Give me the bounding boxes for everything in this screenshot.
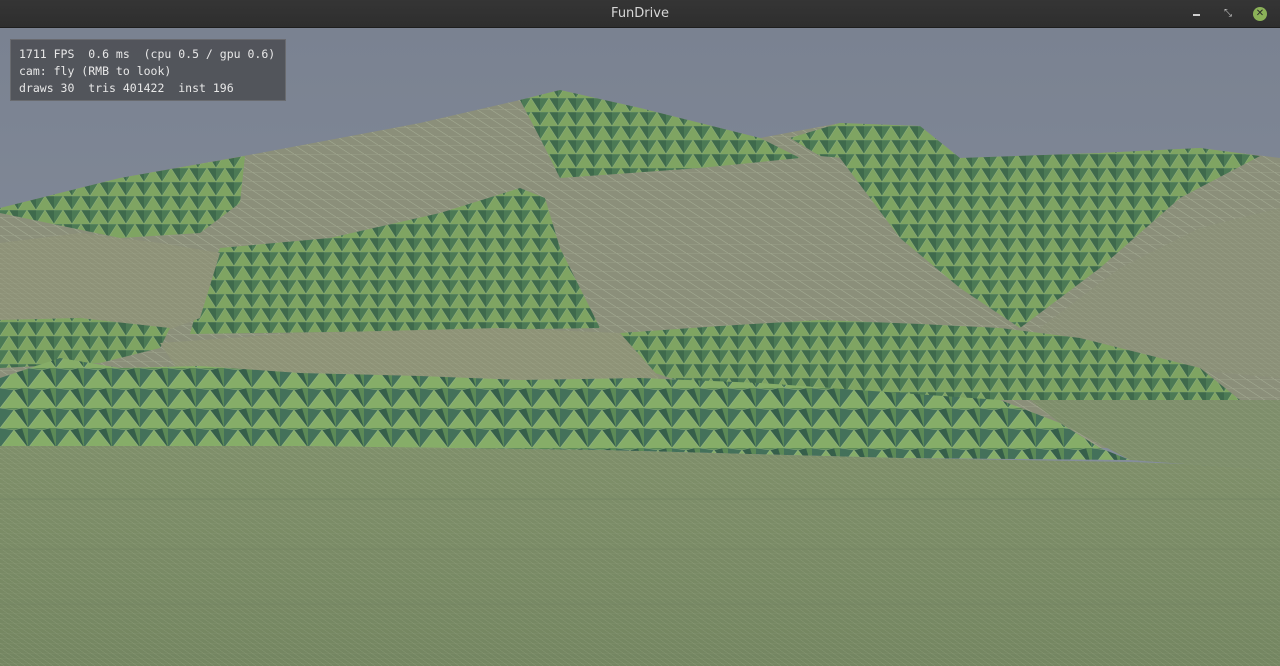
camera-mode-readout: cam: fly (RMB to look) bbox=[19, 64, 172, 78]
minimize-icon bbox=[1192, 14, 1200, 16]
close-icon: ✕ bbox=[1253, 7, 1267, 21]
app-window: FunDrive ⤡ ✕ 1711 FPS 0.6 ms (cpu 0.5 / … bbox=[0, 0, 1280, 666]
terrain-render bbox=[0, 28, 1280, 666]
title-bar[interactable]: FunDrive ⤡ ✕ bbox=[0, 0, 1280, 28]
stats-overlay: 1711 FPS 0.6 ms (cpu 0.5 / gpu 0.6) cam:… bbox=[10, 39, 286, 101]
window-title: FunDrive bbox=[611, 6, 669, 21]
maximize-icon: ⤡ bbox=[1224, 8, 1232, 19]
fps-readout: 1711 FPS 0.6 ms (cpu 0.5 / gpu 0.6) bbox=[19, 47, 276, 61]
minimize-button[interactable] bbox=[1188, 6, 1204, 22]
maximize-button[interactable]: ⤡ bbox=[1220, 6, 1236, 22]
3d-viewport[interactable]: 1711 FPS 0.6 ms (cpu 0.5 / gpu 0.6) cam:… bbox=[0, 28, 1280, 666]
close-button[interactable]: ✕ bbox=[1252, 6, 1268, 22]
render-stats-readout: draws 30 tris 401422 inst 196 bbox=[19, 81, 234, 95]
